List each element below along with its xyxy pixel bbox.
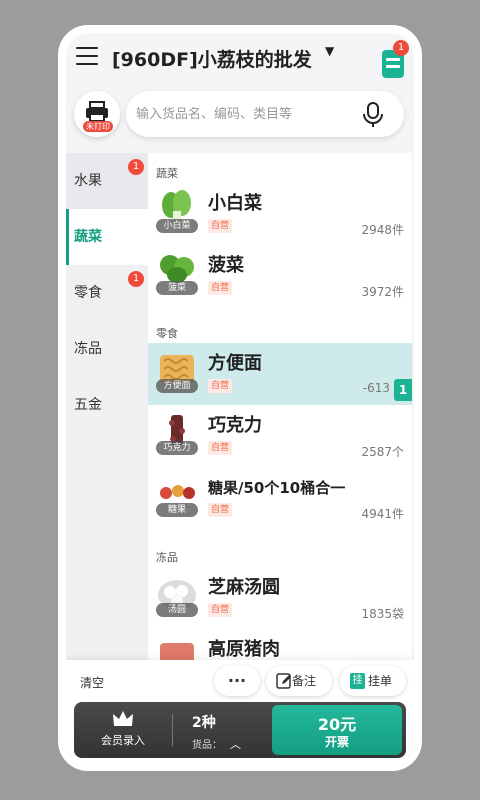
category-item-fruit[interactable]: 水果 1 — [66, 153, 148, 209]
hold-icon: 挂 — [350, 673, 365, 689]
section-header-frozen: 冻品 — [156, 551, 178, 564]
search-input[interactable] — [136, 104, 356, 124]
microphone-icon[interactable] — [362, 102, 384, 128]
crown-icon — [113, 711, 133, 726]
note-label: 备注 — [292, 674, 317, 688]
edit-icon — [276, 673, 291, 689]
product-name: 高原猪肉 — [208, 639, 280, 660]
printer-button[interactable]: 未打印 — [74, 91, 120, 137]
product-name: 菠菜 — [208, 255, 244, 276]
stock-count: 2587个 — [361, 445, 404, 459]
self-operated-tag: 自营 — [208, 503, 233, 517]
product-list: 蔬菜 小白菜 小白菜 自营 2948件 菠菜 菠菜 自营 3972件 零食 方便… — [148, 153, 412, 673]
hold-label: 挂单 — [368, 674, 393, 688]
store-title[interactable]: [960DF]小荔枝的批发... — [112, 45, 312, 71]
member-entry-label: 会员录入 — [101, 734, 145, 747]
member-entry-button[interactable]: 会员录入 — [74, 702, 172, 758]
category-label: 五金 — [74, 397, 102, 413]
checkout-label: 开票 — [324, 735, 349, 749]
more-button[interactable]: ··· — [214, 666, 260, 696]
chevron-down-icon[interactable]: ▼ — [325, 44, 334, 58]
category-label: 冻品 — [74, 341, 102, 357]
category-item-frozen[interactable]: 冻品 — [66, 321, 148, 377]
clear-button[interactable]: 清空 — [80, 674, 104, 691]
self-operated-tag: 自营 — [208, 281, 233, 295]
product-row[interactable]: 菠菜 菠菜 自营 3972件 — [148, 245, 412, 307]
thumb-label: 方便面 — [156, 379, 198, 393]
note-button[interactable]: 备注 — [266, 666, 332, 696]
printer-status-badge: 未打印 — [83, 121, 113, 132]
category-item-snacks[interactable]: 零食 1 — [66, 265, 148, 321]
app-screen: [960DF]小荔枝的批发... ▼ 1 未打印 水果 1 蔬菜 — [66, 33, 414, 763]
stock-count: 2948件 — [361, 223, 404, 237]
product-name: 方便面 — [208, 353, 262, 374]
product-name: 芝麻汤圆 — [208, 577, 280, 598]
self-operated-tag: 自营 — [208, 603, 233, 617]
product-row[interactable]: 糖果 糖果/50个10桶合一 自营 4941件 — [148, 467, 412, 529]
search-box[interactable] — [126, 91, 404, 137]
product-row[interactable]: 汤圆 芝麻汤圆 自营 1835袋 — [148, 567, 412, 629]
total-amount: 20元 — [317, 715, 357, 734]
printer-icon — [86, 101, 108, 122]
top-bar: [960DF]小荔枝的批发... ▼ 1 — [66, 33, 414, 85]
thumb-label: 汤圆 — [156, 603, 198, 617]
phone-frame: [960DF]小荔枝的批发... ▼ 1 未打印 水果 1 蔬菜 — [58, 25, 422, 771]
product-name: 小白菜 — [208, 193, 262, 214]
checkout-panel: 清空 ··· 备注 挂 挂单 会员录入 2种 货品： ︿ 20元 开票 — [66, 660, 414, 763]
stock-count: -613 — [362, 381, 390, 395]
self-operated-tag: 自营 — [208, 441, 233, 455]
stock-count: 3972件 — [361, 285, 404, 299]
category-sidebar: 水果 1 蔬菜 零食 1 冻品 五金 — [66, 153, 148, 733]
self-operated-tag: 自营 — [208, 379, 233, 393]
category-item-vegetables[interactable]: 蔬菜 — [66, 209, 148, 265]
category-item-hardware[interactable]: 五金 — [66, 377, 148, 433]
hold-order-button[interactable]: 挂 挂单 — [340, 666, 406, 696]
stock-count: 1835袋 — [361, 607, 404, 621]
section-header-vegetables: 蔬菜 — [156, 167, 178, 180]
item-kinds-count: 2种 — [192, 715, 216, 731]
product-name: 糖果/50个10桶合一 — [208, 479, 346, 497]
cart-icon[interactable]: 1 — [379, 40, 409, 80]
category-badge: 1 — [128, 159, 144, 175]
product-row-selected[interactable]: 方便面 方便面 自营 -613 1 — [148, 343, 412, 405]
thumb-label: 菠菜 — [156, 281, 198, 295]
category-badge: 1 — [128, 271, 144, 287]
self-operated-tag: 自营 — [208, 219, 233, 233]
product-row[interactable]: 巧克力 巧克力 自营 2587个 — [148, 405, 412, 467]
cart-badge: 1 — [393, 40, 409, 56]
cart-quantity-badge[interactable]: 1 — [394, 379, 412, 401]
product-name: 巧克力 — [208, 415, 262, 436]
divider — [172, 714, 173, 746]
checkout-bar: 会员录入 2种 货品： ︿ 20元 开票 — [74, 702, 406, 758]
chevron-up-icon[interactable]: ︿ — [230, 736, 241, 752]
menu-icon[interactable] — [76, 47, 98, 65]
category-label: 蔬菜 — [74, 229, 102, 245]
thumb-label: 糖果 — [156, 503, 198, 517]
product-row[interactable]: 小白菜 小白菜 自营 2948件 — [148, 183, 412, 245]
checkout-button[interactable]: 20元 开票 — [272, 705, 402, 755]
category-label: 水果 — [74, 173, 102, 189]
thumb-label: 巧克力 — [156, 441, 198, 455]
stock-count: 4941件 — [361, 507, 404, 521]
thumb-label: 小白菜 — [156, 219, 198, 233]
section-header-snacks: 零食 — [156, 327, 178, 340]
category-label: 零食 — [74, 285, 102, 301]
goods-label[interactable]: 货品： — [192, 736, 222, 751]
